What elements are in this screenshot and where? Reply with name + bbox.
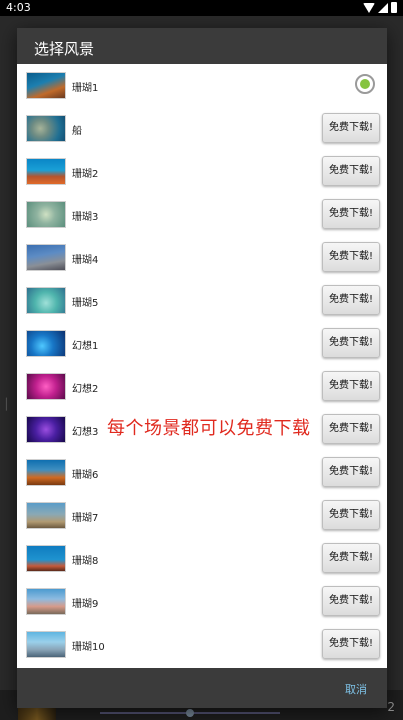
scene-label: 珊瑚4 [72, 255, 99, 266]
scene-row[interactable]: 珊瑚7 免费下载! [17, 494, 387, 537]
scene-row[interactable]: 珊瑚2 免费下载! [17, 150, 387, 193]
selected-radio[interactable] [355, 74, 375, 94]
scene-label: 珊瑚6 [72, 470, 99, 481]
scene-thumbnail [26, 287, 66, 314]
signal-icon [378, 2, 388, 13]
scene-thumbnail [26, 330, 66, 357]
scene-thumbnail [26, 416, 66, 443]
scene-label: 幻想3 [72, 427, 99, 438]
scene-thumbnail [26, 545, 66, 572]
scene-label: 幻想1 [72, 341, 99, 352]
scene-row[interactable]: 珊瑚4 免费下载! [17, 236, 387, 279]
background-counter: 2 [387, 700, 395, 714]
scene-row[interactable]: 幻想2 免费下载! [17, 365, 387, 408]
scene-thumbnail [26, 373, 66, 400]
free-download-button[interactable]: 免费下载! [322, 199, 380, 229]
scene-label: 珊瑚10 [72, 642, 105, 653]
dialog-footer: 取消 [17, 668, 387, 708]
scene-label: 珊瑚9 [72, 599, 99, 610]
scene-label: 珊瑚8 [72, 556, 99, 567]
radio-dot-icon [360, 79, 370, 89]
scene-label: 珊瑚1 [72, 83, 99, 94]
scene-thumbnail [26, 631, 66, 658]
scene-row[interactable]: 珊瑚9 免费下载! [17, 580, 387, 623]
scene-row[interactable]: 珊瑚5 免费下载! [17, 279, 387, 322]
free-download-button[interactable]: 免费下载! [322, 457, 380, 487]
scene-label: 珊瑚3 [72, 212, 99, 223]
free-download-button[interactable]: 免费下载! [322, 285, 380, 315]
scene-row[interactable]: 珊瑚8 免费下载! [17, 537, 387, 580]
scene-row[interactable]: 珊瑚10 免费下载! [17, 623, 387, 666]
scene-thumbnail [26, 244, 66, 271]
battery-icon [391, 2, 397, 13]
free-download-button[interactable]: 免费下载! [322, 371, 380, 401]
scene-thumbnail [26, 588, 66, 615]
status-icons [363, 2, 397, 13]
scene-row[interactable]: 珊瑚6 免费下载! [17, 451, 387, 494]
slider-knob [186, 709, 194, 717]
background-edge-text: ▏ [386, 452, 395, 465]
free-download-button[interactable]: 免费下载! [322, 629, 380, 659]
free-download-button[interactable]: 免费下载! [322, 586, 380, 616]
scene-thumbnail [26, 459, 66, 486]
free-download-button[interactable]: 免费下载! [322, 242, 380, 272]
status-time: 4:03 [6, 1, 31, 14]
status-bar: 4:03 [0, 0, 403, 16]
cancel-button[interactable]: 取消 [345, 681, 367, 697]
scene-thumbnail [26, 158, 66, 185]
scene-label: 珊瑚2 [72, 169, 99, 180]
scene-thumbnail [26, 201, 66, 228]
scene-row[interactable]: 船 免费下载! [17, 107, 387, 150]
scene-label: 珊瑚5 [72, 298, 99, 309]
scene-picker-dialog: 选择风景 珊瑚1 船免费下载! 珊瑚2 免费下载! 珊瑚3 免费下载! 珊瑚4 免费下载! 珊瑚… [17, 28, 387, 708]
scene-row[interactable]: 珊瑚3 免费下载! [17, 193, 387, 236]
scene-label: 幻想2 [72, 384, 99, 395]
scene-thumbnail [26, 115, 66, 142]
free-download-button[interactable]: 免费下载! [322, 328, 380, 358]
background-edge-text: ▏ [6, 398, 15, 411]
scene-row[interactable]: 幻想1 免费下载! [17, 322, 387, 365]
scene-label: 船 [72, 126, 82, 137]
scene-row[interactable]: 珊瑚1 [17, 64, 387, 107]
scene-thumbnail [26, 502, 66, 529]
promo-annotation: 每个场景都可以免费下载 [107, 418, 311, 439]
scene-label: 珊瑚7 [72, 513, 99, 524]
free-download-button[interactable]: 免费下载! [322, 156, 380, 186]
scene-thumbnail [26, 72, 66, 99]
free-download-button[interactable]: 免费下载! [322, 113, 380, 143]
wifi-icon [363, 2, 375, 13]
free-download-button[interactable]: 免费下载! [322, 414, 380, 444]
scene-list[interactable]: 珊瑚1 船免费下载! 珊瑚2 免费下载! 珊瑚3 免费下载! 珊瑚4 免费下载! 珊瑚5 免费下载… [17, 64, 387, 668]
dialog-title: 选择风景 [17, 28, 387, 64]
free-download-button[interactable]: 免费下载! [322, 500, 380, 530]
free-download-button[interactable]: 免费下载! [322, 543, 380, 573]
